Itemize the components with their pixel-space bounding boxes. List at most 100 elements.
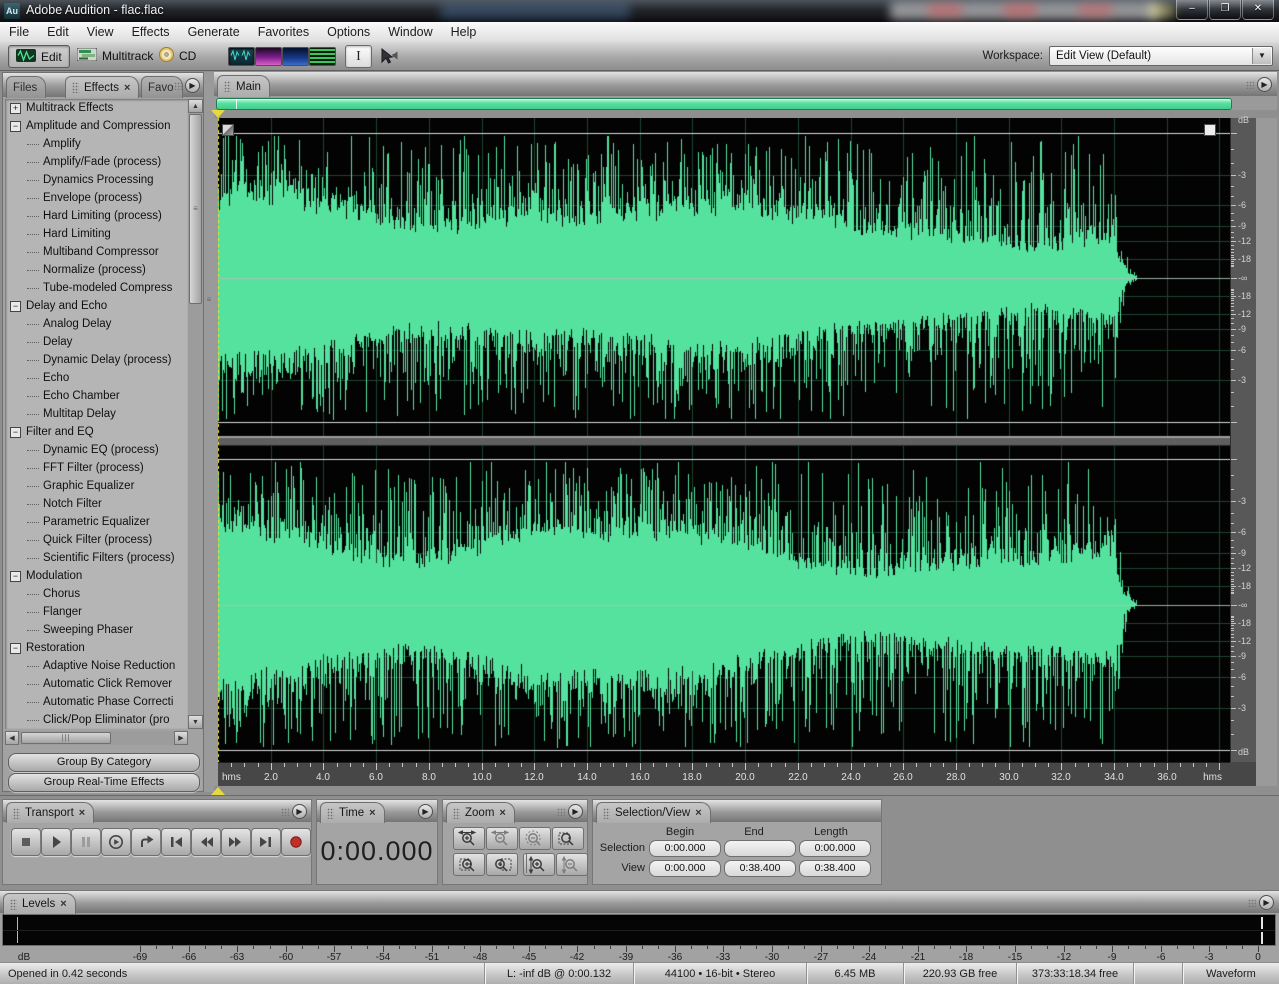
pause-button[interactable] <box>71 828 101 856</box>
scroll-up-icon[interactable]: ▲ <box>188 99 203 113</box>
panel-menu-button[interactable]: ▶ <box>281 804 307 819</box>
tree-item-automatic-click-remover[interactable]: Automatic Click Remover <box>5 675 188 693</box>
close-icon[interactable]: × <box>124 83 130 93</box>
tree-item-chorus[interactable]: Chorus <box>5 585 188 603</box>
panel-menu-button[interactable]: ▶ <box>1246 77 1272 92</box>
maximize-button[interactable]: ❐ <box>1209 0 1241 20</box>
title-bar[interactable]: Au Adobe Audition - flac.flac – ❐ ✕ <box>0 0 1279 22</box>
tab-selection-view[interactable]: Selection/View × <box>596 802 711 823</box>
menu-item-effects[interactable]: Effects <box>123 23 179 42</box>
menu-item-options[interactable]: Options <box>318 23 379 42</box>
tree-category-modulation[interactable]: −Modulation <box>5 567 188 585</box>
tree-item-echo-chamber[interactable]: Echo Chamber <box>5 387 188 405</box>
close-icon[interactable]: × <box>60 899 66 909</box>
view-length-field[interactable]: 0:38.400 <box>799 860 871 877</box>
go-to-begin-button[interactable] <box>161 828 191 856</box>
fast-forward-button[interactable] <box>221 828 251 856</box>
tree-item-echo[interactable]: Echo <box>5 369 188 387</box>
collapse-icon[interactable]: − <box>10 301 21 312</box>
tree-item-graphic-equalizer[interactable]: Graphic Equalizer <box>5 477 188 495</box>
tree-item-analog-delay[interactable]: Analog Delay <box>5 315 188 333</box>
rewind-button[interactable] <box>191 828 221 856</box>
record-button[interactable] <box>281 828 311 856</box>
minimize-button[interactable]: – <box>1176 0 1208 20</box>
tab-effects[interactable]: Effects × <box>65 76 139 98</box>
playhead-marker-bottom[interactable] <box>211 787 225 795</box>
tree-horizontal-scrollbar[interactable]: ◀ ▶ ||| <box>5 731 188 745</box>
tree-item-notch-filter[interactable]: Notch Filter <box>5 495 188 513</box>
tree-item-parametric-equalizer[interactable]: Parametric Equalizer <box>5 513 188 531</box>
spectral-frequency-icon[interactable] <box>255 47 282 66</box>
tab-main[interactable]: Main <box>217 75 270 97</box>
tree-item-click-pop-eliminator-pro[interactable]: Click/Pop Eliminator (pro <box>5 711 188 729</box>
tree-category-amplitude-and-compression[interactable]: −Amplitude and Compression <box>5 117 188 135</box>
view-end-field[interactable]: 0:38.400 <box>724 860 796 877</box>
selection-handle-right[interactable] <box>1204 124 1216 136</box>
collapse-icon[interactable]: − <box>10 643 21 654</box>
tree-item-hard-limiting-process[interactable]: Hard Limiting (process) <box>5 207 188 225</box>
zoom-out-full-button[interactable] <box>519 827 551 850</box>
waveform-canvas[interactable] <box>218 118 1230 762</box>
close-button[interactable]: ✕ <box>1242 0 1274 20</box>
tree-item-quick-filter-process[interactable]: Quick Filter (process) <box>5 531 188 549</box>
play-spooled-button[interactable] <box>101 828 131 856</box>
tab-levels[interactable]: Levels × <box>3 893 76 914</box>
selection-length-field[interactable]: 0:00.000 <box>799 840 871 857</box>
edit-view-button[interactable]: Edit <box>8 45 70 68</box>
panel-menu-button[interactable]: ▶ <box>174 78 200 93</box>
timeline-ruler[interactable]: 2.04.06.08.010.012.014.016.018.020.022.0… <box>218 762 1230 786</box>
close-icon[interactable]: × <box>695 808 701 818</box>
go-to-end-button[interactable] <box>251 828 281 856</box>
zoom-in-vertical-button[interactable] <box>523 853 555 876</box>
tree-item-dynamic-delay-process[interactable]: Dynamic Delay (process) <box>5 351 188 369</box>
panel-menu-button[interactable]: ▶ <box>1248 895 1274 910</box>
status-display-mode[interactable]: Waveform <box>1182 963 1279 984</box>
tab-files[interactable]: Files <box>6 76 46 98</box>
scroll-right-icon[interactable]: ▶ <box>174 731 188 745</box>
zoom-out-vertical-button[interactable] <box>556 853 588 876</box>
selection-end-field[interactable] <box>724 840 796 857</box>
waveform-view-icon[interactable] <box>228 47 255 66</box>
status-cursor-level[interactable]: L: -inf dB @ 0:00.132 <box>484 963 633 984</box>
selection-begin-field[interactable]: 0:00.000 <box>649 840 721 857</box>
tree-item-delay[interactable]: Delay <box>5 333 188 351</box>
expand-icon[interactable]: + <box>10 103 21 114</box>
collapse-icon[interactable]: − <box>10 427 21 438</box>
tree-item-amplify[interactable]: Amplify <box>5 135 188 153</box>
tree-item-multiband-compressor[interactable]: Multiband Compressor <box>5 243 188 261</box>
loop-button[interactable] <box>131 828 161 856</box>
group-realtime-effects-button[interactable]: Group Real-Time Effects <box>8 773 200 792</box>
tree-item-automatic-phase-correcti[interactable]: Automatic Phase Correcti <box>5 693 188 711</box>
tree-vertical-scrollbar[interactable]: ▲ ▼ ≡ <box>188 99 203 729</box>
tree-category-multitrack-effects[interactable]: +Multitrack Effects <box>5 99 188 117</box>
selection-handle-left[interactable] <box>222 124 234 136</box>
waveform-overview-bar[interactable] <box>216 98 1232 110</box>
status-time-free[interactable]: 373:33:18.34 free <box>1016 963 1133 984</box>
group-by-category-button[interactable]: Group By Category <box>8 753 200 772</box>
tree-item-normalize-process[interactable]: Normalize (process) <box>5 261 188 279</box>
tab-time[interactable]: Time × <box>320 802 385 823</box>
cd-view-button[interactable]: CD <box>152 45 203 66</box>
collapse-icon[interactable]: − <box>10 121 21 132</box>
scrub-tool-icon[interactable] <box>374 45 401 66</box>
menu-item-file[interactable]: File <box>0 23 38 42</box>
zoom-out-horizontal-button[interactable] <box>486 827 518 850</box>
tree-category-delay-and-echo[interactable]: −Delay and Echo <box>5 297 188 315</box>
scrollbar-thumb[interactable]: ≡ <box>189 114 202 304</box>
scroll-down-icon[interactable]: ▼ <box>188 715 203 729</box>
menu-item-edit[interactable]: Edit <box>38 23 78 42</box>
panel-splitter[interactable]: ≡ <box>204 72 214 792</box>
status-disk-free[interactable]: 220.93 GB free <box>903 963 1016 984</box>
tree-item-dynamics-processing[interactable]: Dynamics Processing <box>5 171 188 189</box>
tab-zoom[interactable]: Zoom × <box>446 802 515 823</box>
close-icon[interactable]: × <box>79 808 85 818</box>
time-selection-tool-icon[interactable]: I <box>345 45 372 68</box>
scroll-left-icon[interactable]: ◀ <box>5 731 19 745</box>
tree-item-amplify-fade-process[interactable]: Amplify/Fade (process) <box>5 153 188 171</box>
amplitude-ruler[interactable]: dBdB-∞-3-3-6-6-9-9-12-12-18-18-∞-3-3-6-6… <box>1230 118 1256 762</box>
zoom-in-horizontal-button[interactable] <box>453 827 485 850</box>
tree-category-restoration[interactable]: −Restoration <box>5 639 188 657</box>
tree-item-sweeping-phaser[interactable]: Sweeping Phaser <box>5 621 188 639</box>
panel-menu-button[interactable]: ▶ <box>418 804 433 819</box>
playhead-marker-top[interactable] <box>211 110 225 118</box>
